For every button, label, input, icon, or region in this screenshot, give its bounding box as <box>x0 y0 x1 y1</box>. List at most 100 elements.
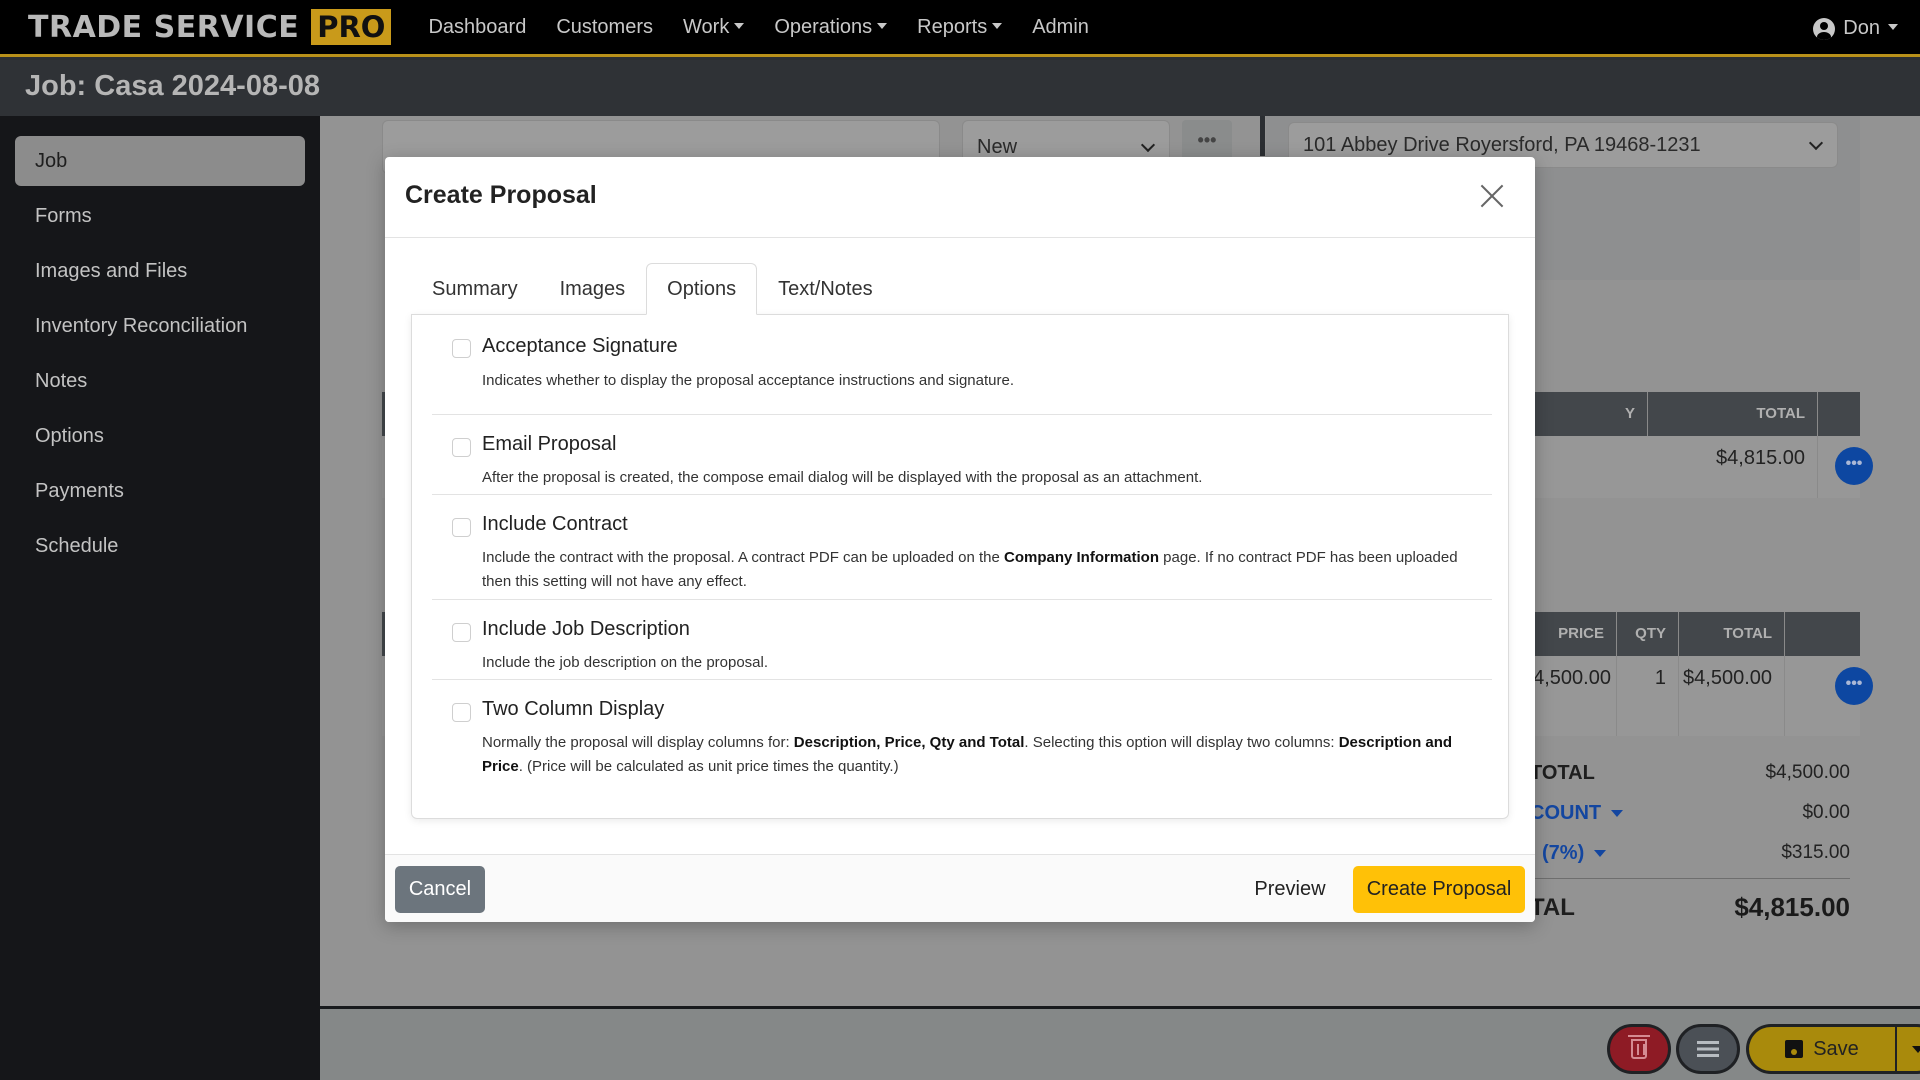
company-information-link: Company Information <box>1004 549 1160 566</box>
tab-images[interactable]: Images <box>539 263 647 315</box>
modal-title: Create Proposal <box>405 181 597 209</box>
sidebar-item-label: Inventory Reconciliation <box>35 314 248 337</box>
email-proposal-checkbox[interactable] <box>452 438 471 457</box>
more-icon: ••• <box>1197 130 1217 150</box>
tab-label: Images <box>559 277 626 300</box>
subtotal-value: $4,500.00 <box>1765 762 1850 783</box>
discount-dropdown[interactable]: COUNT <box>1530 802 1624 825</box>
nav-dashboard[interactable]: Dashboard <box>413 16 541 39</box>
sidebar-item-payments[interactable]: Payments <box>15 466 305 516</box>
option-two-column-display: Two Column Display Normally the proposal… <box>432 680 1492 785</box>
preview-button[interactable]: Preview <box>1245 866 1335 913</box>
tab-options[interactable]: Options <box>646 263 758 315</box>
modal-header: Create Proposal <box>385 157 1535 238</box>
address-value: 101 Abbey Drive Royersford, PA 19468-123… <box>1303 133 1701 156</box>
sidebar-item-label: Forms <box>35 204 92 227</box>
row-actions-button[interactable]: ••• <box>1835 667 1873 705</box>
nav-label: Customers <box>556 15 654 38</box>
table2-header-total: TOTAL <box>1679 612 1785 656</box>
tab-text-notes[interactable]: Text/Notes <box>757 263 893 315</box>
tax-dropdown[interactable]: (7%) <box>1542 842 1607 865</box>
include-job-description-checkbox[interactable] <box>452 623 471 642</box>
two-column-display-checkbox[interactable] <box>452 703 471 722</box>
more-icon: ••• <box>1845 675 1863 692</box>
caret-down-icon <box>1611 810 1624 817</box>
sidebar-item-forms[interactable]: Forms <box>15 191 305 241</box>
sidebar-item-images-and-files[interactable]: Images and Files <box>15 246 305 296</box>
chevron-down-icon <box>1140 137 1156 153</box>
option-description: After the proposal is created, the compo… <box>482 469 1203 486</box>
sidebar-item-label: Notes <box>35 369 88 392</box>
sidebar-item-options[interactable]: Options <box>15 411 305 461</box>
table1-header-total: TOTAL <box>1648 392 1818 436</box>
option-description: Include the contract with the proposal. … <box>482 546 1482 594</box>
top-navbar: TRADE SERVICE PRO Dashboard Customers Wo… <box>0 0 1920 57</box>
table2-header-price: PRICE <box>1522 612 1617 656</box>
main-nav: Dashboard Customers Work Operations Repo… <box>413 16 1103 39</box>
sidebar-item-label: Options <box>35 424 104 447</box>
option-title: Include Job Description <box>482 618 690 640</box>
more-icon: ••• <box>1845 455 1863 472</box>
sidebar-item-inventory-reconciliation[interactable]: Inventory Reconciliation <box>15 301 305 351</box>
save-button[interactable]: Save <box>1746 1024 1896 1074</box>
nav-reports[interactable]: Reports <box>902 16 1017 39</box>
create-proposal-button[interactable]: Create Proposal <box>1353 866 1525 913</box>
option-title: Acceptance Signature <box>482 335 678 357</box>
caret-down-icon <box>734 22 745 29</box>
bottom-action-bar: Save <box>320 1006 1920 1080</box>
caret-down-icon <box>992 22 1003 29</box>
caret-down-icon <box>877 22 888 29</box>
tab-label: Summary <box>432 277 518 300</box>
total-label: TAL <box>1530 894 1575 921</box>
nav-label: Admin <box>1032 15 1089 38</box>
tab-summary[interactable]: Summary <box>411 263 539 315</box>
caret-down-icon <box>1912 1045 1920 1053</box>
sidebar-item-label: Payments <box>35 479 124 502</box>
option-title: Include Contract <box>482 513 628 535</box>
user-name: Don <box>1843 17 1880 39</box>
user-menu[interactable]: Don <box>1813 0 1898 57</box>
tab-label: Text/Notes <box>778 277 873 300</box>
option-email-proposal: Email Proposal After the proposal is cre… <box>432 415 1492 495</box>
save-options-dropdown[interactable] <box>1896 1024 1920 1074</box>
sidebar-item-label: Images and Files <box>35 259 188 282</box>
desc-bold: Description, Price, Qty and Total <box>793 734 1025 751</box>
list-icon <box>1697 1041 1719 1057</box>
nav-label: Dashboard <box>428 15 527 38</box>
nav-work[interactable]: Work <box>668 16 759 39</box>
include-contract-checkbox[interactable] <box>452 518 471 537</box>
proposal-tabs: Summary Images Options Text/Notes <box>411 263 894 315</box>
desc-text: Include the contract with the proposal. … <box>482 549 1004 566</box>
list-button[interactable] <box>1676 1024 1740 1074</box>
chevron-down-icon <box>1808 135 1824 151</box>
nav-label: Reports <box>917 15 988 38</box>
tax-label: (7%) <box>1542 842 1585 864</box>
save-label: Save <box>1813 1037 1859 1060</box>
row-total: $4,500.00 <box>1679 656 1785 736</box>
option-include-job-description: Include Job Description Include the job … <box>432 600 1492 680</box>
modal-footer: Cancel Preview Create Proposal <box>385 854 1535 922</box>
sidebar-item-job[interactable]: Job <box>15 136 305 186</box>
options-panel: Acceptance Signature Indicates whether t… <box>411 314 1509 819</box>
sidebar-item-notes[interactable]: Notes <box>15 356 305 406</box>
acceptance-signature-checkbox[interactable] <box>452 339 471 358</box>
sidebar: Job Forms Images and Files Inventory Rec… <box>0 116 320 1080</box>
row-price: $4,500.00 <box>1522 656 1617 736</box>
close-icon[interactable] <box>1479 183 1505 209</box>
status-value: New <box>977 135 1018 158</box>
total-value: $4,815.00 <box>1734 892 1850 922</box>
row-actions-button[interactable]: ••• <box>1835 447 1873 485</box>
delete-button[interactable] <box>1607 1024 1671 1074</box>
nav-admin[interactable]: Admin <box>1017 16 1104 39</box>
sidebar-item-label: Job <box>35 149 68 172</box>
sidebar-item-schedule[interactable]: Schedule <box>15 521 305 571</box>
brand-logo[interactable]: TRADE SERVICE PRO <box>28 9 392 45</box>
row-total: $4,815.00 <box>1648 436 1818 498</box>
desc-text: . (Price will be calculated as unit pric… <box>518 758 899 775</box>
cancel-button[interactable]: Cancel <box>395 866 485 913</box>
discount-label: COUNT <box>1530 802 1602 824</box>
nav-operations[interactable]: Operations <box>759 16 902 39</box>
nav-label: Work <box>683 15 730 38</box>
nav-customers[interactable]: Customers <box>541 16 668 39</box>
option-description: Normally the proposal will display colum… <box>482 731 1482 779</box>
